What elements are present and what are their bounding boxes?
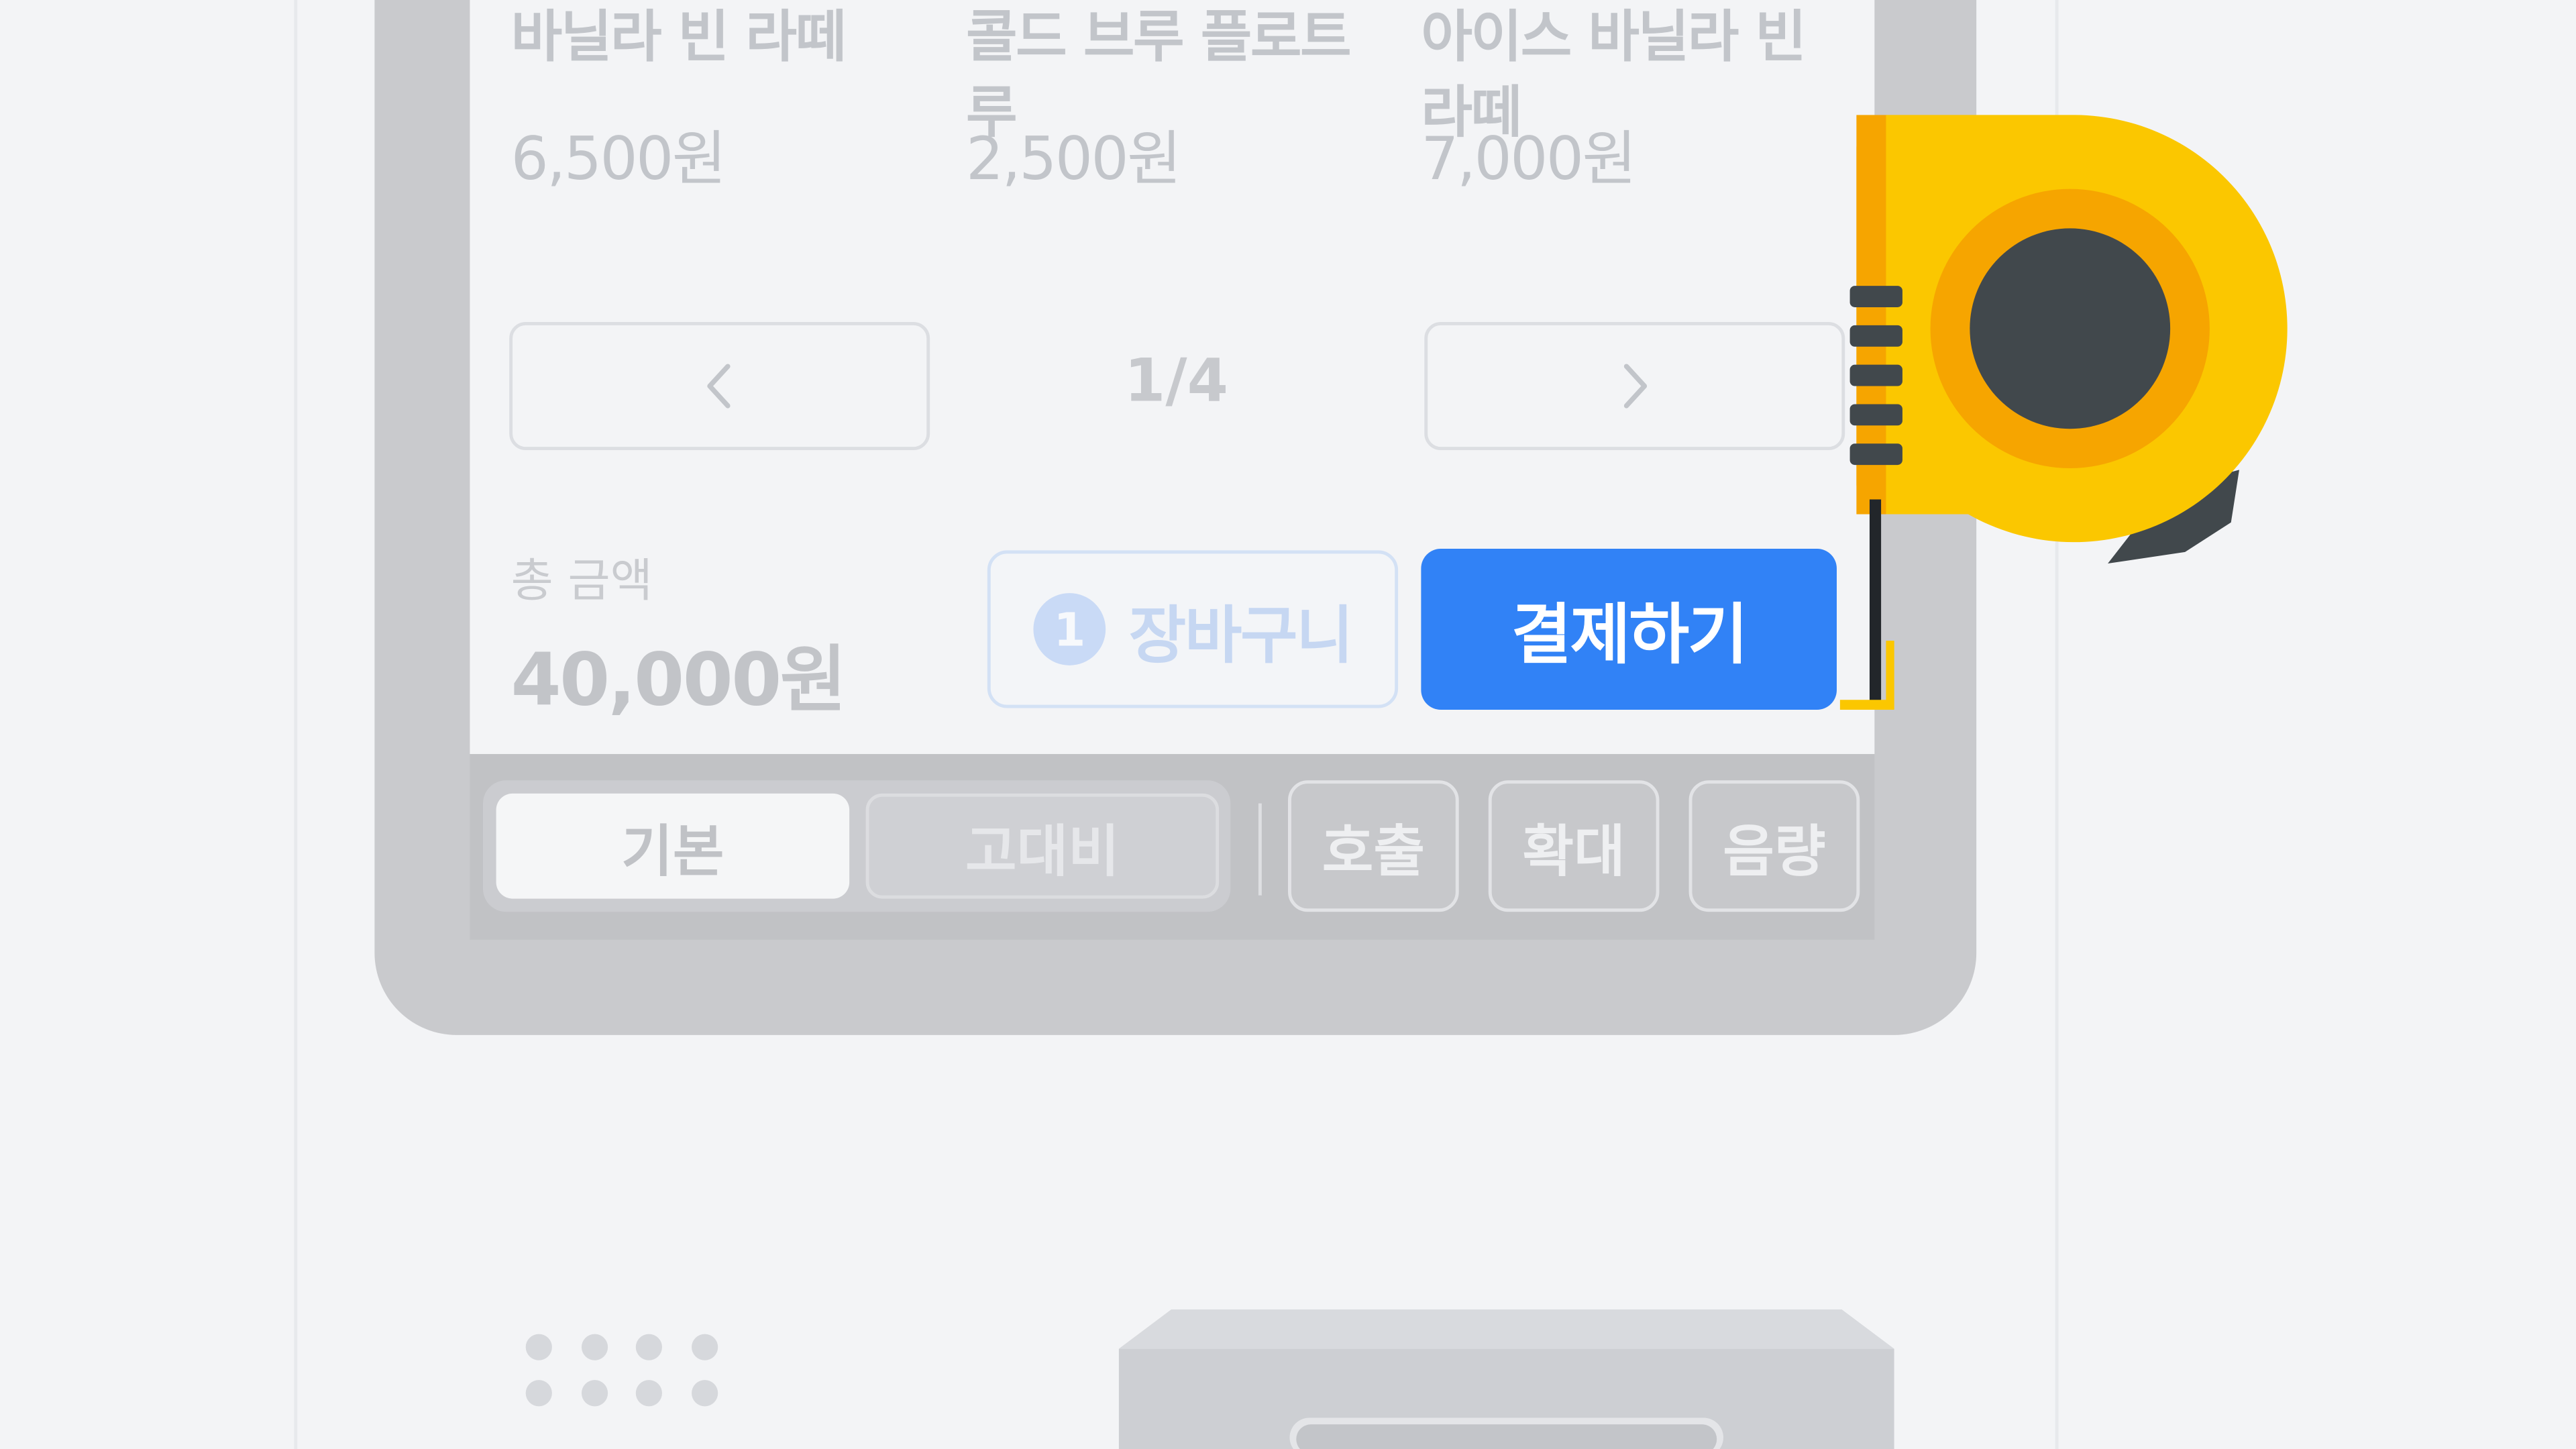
speaker-grill-icon <box>525 1334 723 1410</box>
divider <box>1258 803 1262 896</box>
prev-page-button[interactable] <box>509 322 930 451</box>
cart-button[interactable]: 1 장바구니 <box>987 550 1399 708</box>
kiosk-frame: 바닐라 빈 라떼 6,500원 콜드 브루 플로트 루 2,500원 아이스 바… <box>374 0 1977 1035</box>
scene: 바닐라 빈 라떼 6,500원 콜드 브루 플로트 루 2,500원 아이스 바… <box>0 0 2576 1449</box>
product-price: 7,000원 <box>1421 126 1636 194</box>
mode-high-contrast-button[interactable]: 고대비 <box>865 793 1220 899</box>
pay-button[interactable]: 결제하기 <box>1421 548 1837 710</box>
kiosk-screen: 바닐라 빈 라떼 6,500원 콜드 브루 플로트 루 2,500원 아이스 바… <box>470 0 1875 755</box>
product-name[interactable]: 바닐라 빈 라떼 <box>511 0 922 76</box>
chevron-left-icon <box>707 364 731 409</box>
zoom-button[interactable]: 확대 <box>1488 780 1660 912</box>
page-indicator: 1/4 <box>1124 348 1228 416</box>
total-label: 총 금액 <box>511 553 653 608</box>
background-card: 바닐라 빈 라떼 6,500원 콜드 브루 플로트 루 2,500원 아이스 바… <box>0 0 2576 1449</box>
display-mode-toggle: 기본 고대비 <box>483 780 1231 912</box>
card-slot-icon <box>1118 1309 1894 1449</box>
next-page-button[interactable] <box>1424 322 1845 451</box>
total-amount: 40,000원 <box>511 639 847 723</box>
chevron-right-icon <box>1623 364 1648 409</box>
cart-count-badge: 1 <box>1033 593 1106 665</box>
accessibility-bar: 기본 고대비 호출 확대 음량 <box>470 754 1875 940</box>
cart-label: 장바구니 <box>1128 598 1354 672</box>
volume-button[interactable]: 음량 <box>1688 780 1860 912</box>
product-price: 6,500원 <box>511 126 727 194</box>
product-price: 2,500원 <box>966 126 1181 194</box>
mode-default-button[interactable]: 기본 <box>496 793 850 899</box>
tape-measure-icon <box>1839 115 2288 710</box>
call-staff-button[interactable]: 호출 <box>1288 780 1459 912</box>
